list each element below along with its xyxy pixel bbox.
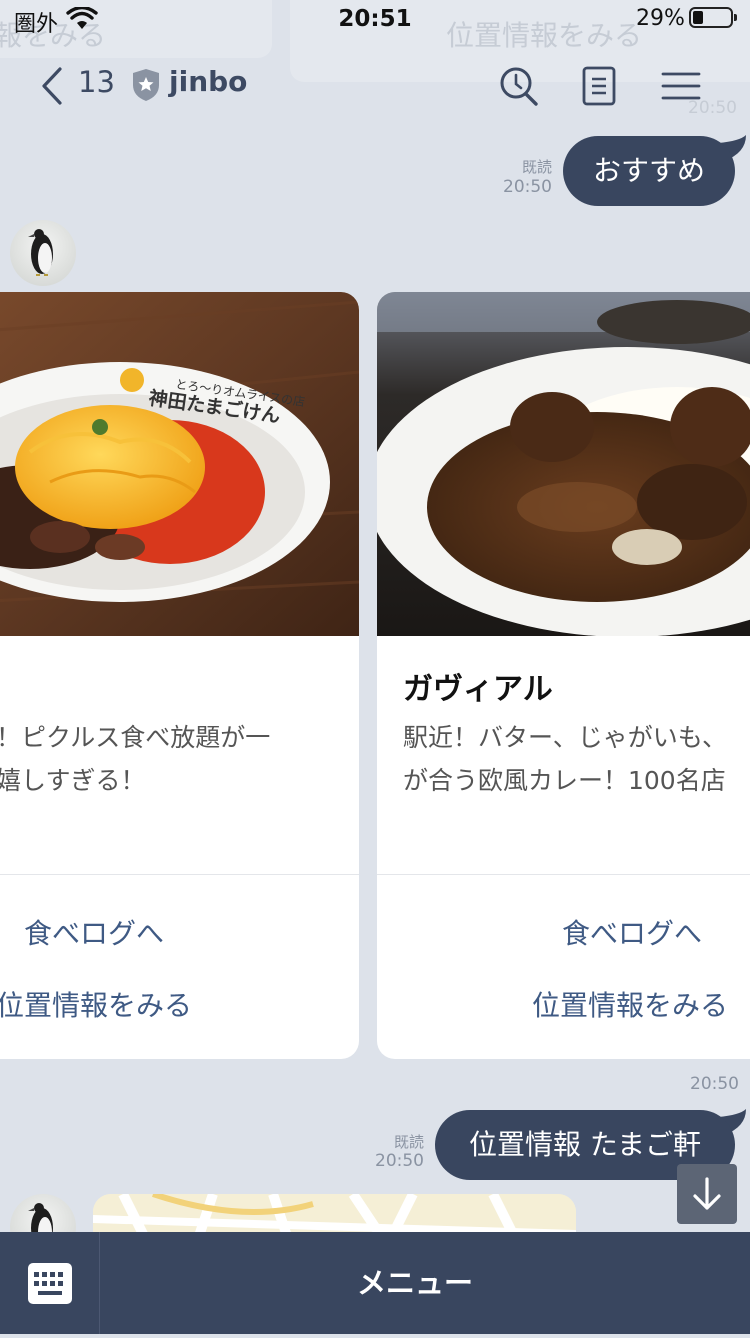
sent-message-text: おすすめ xyxy=(592,154,705,187)
card-divider xyxy=(0,874,359,875)
back-icon[interactable] xyxy=(36,66,66,106)
sent-message-text: 位置情報 たまご軒 xyxy=(468,1128,702,1161)
avatar[interactable] xyxy=(10,220,76,286)
restaurant-card[interactable]: とろ〜りオムライスの店 神田たまごけん ！ピクルス食べ放題が一 嬉しすぎる！ 食… xyxy=(0,292,359,1059)
keyboard-toggle-button[interactable] xyxy=(0,1232,100,1334)
card-description: ！ピクルス食べ放題が一 xyxy=(0,723,271,752)
read-receipt: 既読 xyxy=(521,158,552,176)
chat-header: 13 jinbo xyxy=(0,40,750,130)
rich-menu-toggle[interactable]: メニュー xyxy=(100,1232,730,1334)
message-time: 20:50 xyxy=(375,1151,424,1171)
room-name: jinbo xyxy=(169,65,248,98)
card-description: が合う欧風カレー！100名店 xyxy=(403,766,726,795)
search-icon[interactable] xyxy=(499,64,539,108)
location-link[interactable]: 位置情報をみる xyxy=(0,984,192,1024)
notes-icon[interactable] xyxy=(580,64,620,108)
unread-count[interactable]: 13 xyxy=(78,65,115,99)
tabelog-link[interactable]: 食べログへ xyxy=(24,912,164,952)
restaurant-photo: とろ〜りオムライスの店 神田たまごけん xyxy=(0,292,359,636)
location-link[interactable]: 位置情報をみる xyxy=(532,984,728,1024)
battery-percent: 29% xyxy=(636,6,685,31)
card-title: ガヴィアル xyxy=(403,672,553,707)
read-receipt: 既読 xyxy=(393,1133,424,1151)
message-time: 20:50 xyxy=(503,177,552,197)
menu-icon[interactable] xyxy=(660,64,702,108)
status-bar: 圏外 20:51 29% xyxy=(0,0,750,40)
scroll-down-button[interactable] xyxy=(677,1164,737,1224)
restaurant-card[interactable]: ガヴィアル 駅近！バター、じゃがいも、 が合う欧風カレー！100名店 食べログへ… xyxy=(377,292,750,1059)
keyboard-icon xyxy=(28,1263,72,1304)
card-description: 駅近！バター、じゃがいも、 xyxy=(403,723,728,752)
tabelog-link[interactable]: 食べログへ xyxy=(562,912,702,952)
restaurant-photo xyxy=(377,292,750,636)
bottom-menu-bar: メニュー xyxy=(0,1232,750,1334)
card-description: 嬉しすぎる！ xyxy=(0,766,146,795)
carousel-time: 20:50 xyxy=(690,1074,739,1094)
battery-icon xyxy=(689,7,737,28)
penguin-icon xyxy=(28,229,53,276)
official-account-shield-icon xyxy=(133,69,159,101)
sent-message-bubble[interactable]: おすすめ xyxy=(563,136,735,206)
card-divider xyxy=(377,874,750,875)
arrow-down-icon xyxy=(693,1177,721,1210)
